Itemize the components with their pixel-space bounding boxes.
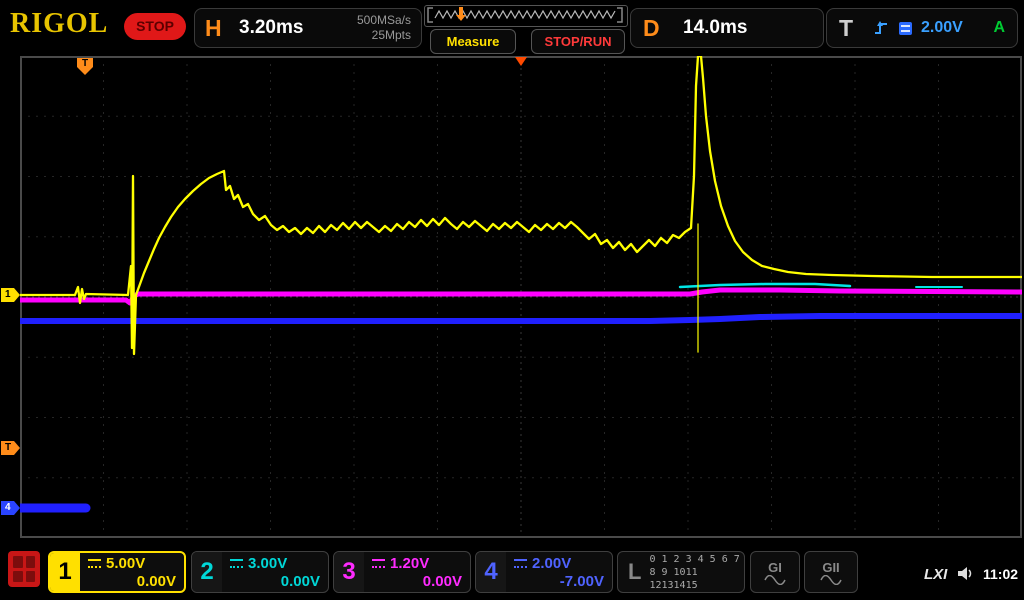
generator-2-label: GII [822,560,839,575]
memory-depth: 25Mpts [357,28,411,43]
horizontal-panel[interactable]: H 3.20ms 500MSa/s 25Mpts [194,8,422,48]
grid-lines [20,56,1022,538]
ch4-trace [20,316,1022,321]
sine-wave-icon [764,575,786,585]
logic-digits-row2: 8 9 1011 12131415 [649,566,744,592]
acquisition-info: 500MSa/s 25Mpts [357,13,411,43]
graticule-area [20,56,1022,538]
channel-2-box[interactable]: 2 3.00V 0.00V [191,551,329,593]
logic-channels-box[interactable]: L 0 1 2 3 4 5 6 7 8 9 1011 12131415 [617,551,745,593]
memory-trigger-marker [459,7,463,15]
menu-grid-icon[interactable] [8,551,40,587]
trigger-panel[interactable]: T 2.00V A [826,8,1018,48]
trigger-label: T [839,9,853,47]
channel-3-number: 3 [334,552,364,592]
generator-1-label: GI [768,560,782,575]
oscilloscope-screen: { "topbar": { "logo": "RIGOL", "run_stat… [0,0,1024,600]
timebase-value: 3.20ms [239,9,303,47]
channel-3-box[interactable]: 3 1.20V 0.00V [333,551,471,593]
waveform-display [20,56,1022,538]
channel-2-scale: 3.00V [248,555,287,572]
coupling-icon [230,559,243,568]
bottom-status-bar: 1 5.00V 0.00V 2 3.00V 0.00V 3 1.20V 0.00… [0,540,1024,600]
channel-3-scale: 1.20V [390,555,429,572]
channel-4-offset: -7.00V [560,573,604,590]
channel-3-offset: 0.00V [423,573,462,590]
channel-2-number: 2 [192,552,222,592]
rigol-logo: RIGOL [10,8,108,40]
sample-rate: 500MSa/s [357,13,411,28]
channel-4-box[interactable]: 4 2.00V -7.00V [475,551,613,593]
memory-bracket-right [617,8,622,22]
delay-label: D [643,9,660,47]
lxi-indicator: LXI [924,566,947,583]
channel-1-scale: 5.00V [106,555,145,572]
run-state-badge: STOP [124,13,186,40]
trigger-level-value: 2.00V [921,9,963,47]
stop-run-button[interactable]: STOP/RUN [531,29,625,54]
coupling-icon [88,559,101,568]
delay-value: 14.0ms [683,9,747,47]
trigger-source-icon [899,22,912,35]
horizontal-label: H [205,9,222,47]
logic-digits-row1: 0 1 2 3 4 5 6 7 [649,553,744,566]
logic-label: L [628,559,641,585]
coupling-icon [372,559,385,568]
memory-bracket-left [428,8,433,22]
trigger-slope-icon [873,20,889,36]
memory-trigger-arrow [456,15,466,21]
sine-wave-icon [820,575,842,585]
clock: 11:02 [983,566,1018,582]
coupling-icon [514,559,527,568]
delay-panel[interactable]: D 14.0ms [630,8,824,48]
ch2-trace [680,284,850,287]
trigger-sweep-mode: A [993,9,1005,47]
top-status-bar: RIGOL STOP H 3.20ms 500MSa/s 25Mpts Meas… [0,0,1024,54]
channel-1-offset: 0.00V [137,573,176,590]
waveform-memory-bar[interactable] [424,5,628,27]
channel-2-offset: 0.00V [281,573,320,590]
channel-4-number: 4 [476,552,506,592]
channel-1-box[interactable]: 1 5.00V 0.00V [48,551,186,593]
channel-4-scale: 2.00V [532,555,571,572]
delay-position-marker[interactable] [515,57,527,66]
measure-button[interactable]: Measure [430,29,516,54]
generator-2-box[interactable]: GII [804,551,858,593]
generator-1-box[interactable]: GI [750,551,800,593]
ch3-trace [20,290,1022,303]
channel-1-number: 1 [50,553,80,591]
speaker-icon [957,566,975,581]
